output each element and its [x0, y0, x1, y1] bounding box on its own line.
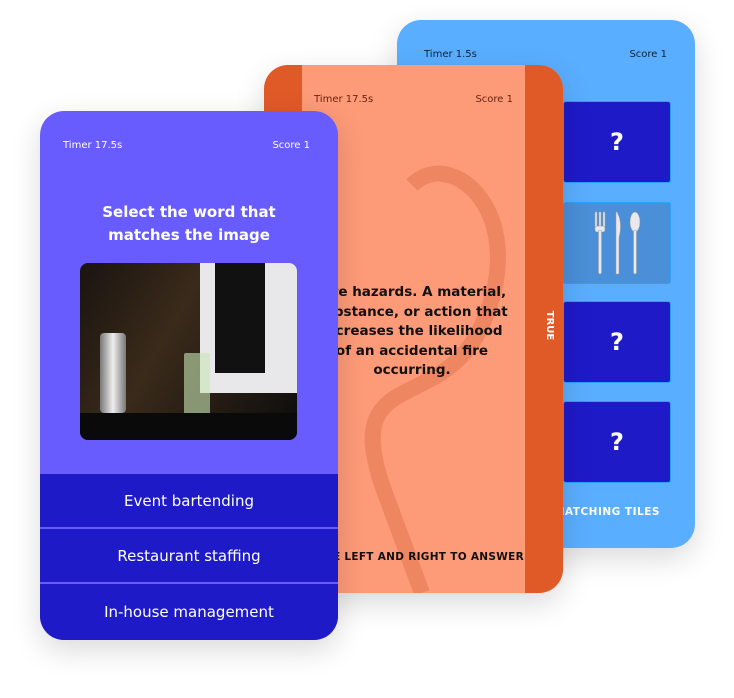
- tile[interactable]: ?: [563, 101, 671, 183]
- answer-option[interactable]: Restaurant staffing: [40, 529, 338, 582]
- answer-option[interactable]: In-house management: [40, 584, 338, 640]
- answer-option[interactable]: Event bartending: [40, 474, 338, 527]
- timer: Timer 17.5s: [63, 140, 123, 151]
- question: Select the word that matches the image: [102, 203, 276, 244]
- true-stripe[interactable]: TRUE: [525, 65, 563, 593]
- score: Score 1: [629, 49, 667, 60]
- timer: Timer 1.5s: [424, 49, 477, 60]
- tile-cutlery[interactable]: [563, 202, 671, 284]
- bartender-image: [80, 263, 297, 440]
- score: Score 1: [272, 140, 310, 151]
- timer: Timer 17.5s: [314, 94, 374, 105]
- tile[interactable]: ?: [563, 301, 671, 383]
- image-match-card: Timer 17.5s Score 1 Select the word that…: [40, 111, 338, 640]
- cutlery-icon: [594, 211, 641, 275]
- score: Score 1: [475, 94, 513, 105]
- statement: Fire hazards. A material, substance, or …: [316, 284, 508, 378]
- tile[interactable]: ?: [563, 401, 671, 483]
- true-label: TRUE: [544, 310, 556, 341]
